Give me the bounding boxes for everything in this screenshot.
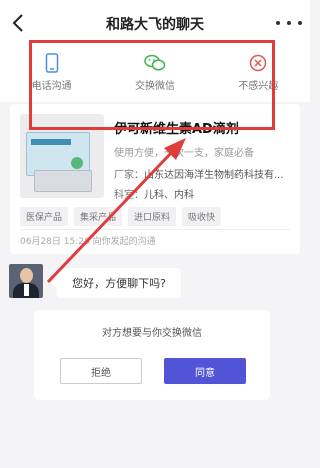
- product-department: 科室：儿科、内科: [114, 186, 294, 201]
- reject-button[interactable]: 拒绝: [60, 358, 142, 384]
- wechat-icon: [143, 52, 167, 74]
- exchange-wechat-button[interactable]: 交换微信: [103, 46, 206, 102]
- product-card[interactable]: 伊可新维生素AD滴剂 使用方便，一次一支，家庭必备 厂家：山东达因海洋生物制药科…: [10, 104, 300, 254]
- conversation-timestamp: 06月28日 15:28 向你发起的沟通: [20, 237, 156, 247]
- product-name: 伊可新维生素AD滴剂: [114, 122, 239, 137]
- product-tags: 医保产品 集采产品 进口原料 吸收快: [20, 207, 222, 226]
- phone-call-button[interactable]: 电话沟通: [0, 46, 103, 102]
- nav-bar: 和路大飞的聊天: [0, 0, 310, 46]
- tag-medical-insurance: 医保产品: [20, 207, 69, 226]
- department-label: 科室：: [114, 190, 144, 201]
- phone-icon: [40, 52, 64, 74]
- not-interested-button[interactable]: 不感兴趣: [207, 46, 310, 102]
- tag-centralized-procurement: 集采产品: [74, 207, 123, 226]
- divider: [20, 229, 290, 230]
- not-interested-label: 不感兴趣: [238, 81, 279, 92]
- more-dots-icon[interactable]: [276, 12, 302, 34]
- message-bubble: 您好，方便聊下吗?: [51, 268, 181, 298]
- agree-button[interactable]: 同意: [164, 358, 246, 384]
- phone-call-label: 电话沟通: [31, 81, 72, 92]
- tag-fast-absorption: 吸收快: [182, 207, 222, 226]
- maker-value: 山东达因海洋生物制药科技有...: [144, 170, 284, 181]
- product-description: 使用方便，一次一支，家庭必备: [114, 148, 254, 159]
- product-maker: 厂家：山东达因海洋生物制药科技有...: [114, 166, 294, 181]
- department-value: 儿科、内科: [144, 190, 194, 201]
- exchange-wechat-label: 交换微信: [134, 81, 175, 92]
- page-title: 和路大飞的聊天: [106, 17, 204, 33]
- wechat-request-card: 对方想要与你交换微信 拒绝 同意: [34, 310, 270, 400]
- product-image: [20, 114, 104, 198]
- tag-imported-material: 进口原料: [128, 207, 177, 226]
- request-text: 对方想要与你交换微信: [102, 328, 202, 339]
- close-circle-icon: [246, 52, 270, 74]
- avatar[interactable]: [9, 264, 43, 298]
- action-bar: 电话沟通 交换微信 不感兴趣: [0, 46, 310, 102]
- maker-label: 厂家：: [114, 170, 144, 181]
